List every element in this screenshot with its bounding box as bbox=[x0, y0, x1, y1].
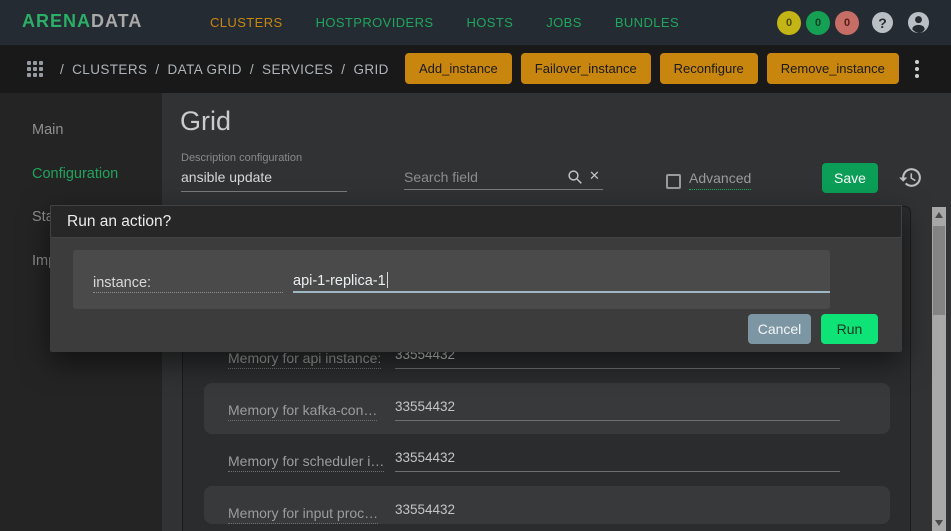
person-icon bbox=[907, 11, 930, 34]
logo-arena: ARENA bbox=[22, 11, 91, 31]
field-value-input[interactable]: 33554432 bbox=[395, 399, 840, 421]
breadcrumb: / CLUSTERS / DATA GRID / SERVICES / GRID bbox=[52, 45, 389, 93]
breadcrumb-separator: / bbox=[250, 62, 254, 77]
field-label: Memory for api instance: bbox=[228, 350, 381, 369]
breadcrumb-data-grid[interactable]: DATA GRID bbox=[168, 62, 242, 77]
search-input[interactable] bbox=[404, 166, 559, 191]
config-row-memory-input-proc: Memory for input proc… 33554432 bbox=[183, 486, 910, 524]
account-icon[interactable] bbox=[907, 11, 930, 34]
field-value-input[interactable]: 33554432 bbox=[395, 502, 840, 524]
field-value-input[interactable]: 33554432 bbox=[395, 450, 840, 472]
search-field: ✕ bbox=[404, 166, 603, 190]
search-icon[interactable] bbox=[567, 169, 583, 190]
save-button[interactable]: Save bbox=[822, 163, 878, 193]
status-badge-red[interactable]: 0 bbox=[835, 11, 859, 35]
scroll-up-arrow-icon[interactable] bbox=[935, 212, 943, 218]
field-label: Memory for input proc… bbox=[228, 505, 378, 524]
text-caret bbox=[387, 272, 389, 288]
failover-instance-button[interactable]: Failover_instance bbox=[521, 53, 651, 84]
arenadata-logo[interactable]: ARENADATA bbox=[22, 11, 142, 32]
cluster-action-buttons: Add_instance Failover_instance Reconfigu… bbox=[405, 53, 899, 84]
sidebar-item-main[interactable]: Main bbox=[0, 109, 162, 153]
sidebar-item-configuration[interactable]: Configuration bbox=[0, 153, 162, 197]
scrollbar[interactable] bbox=[932, 207, 946, 531]
description-input[interactable] bbox=[181, 166, 347, 191]
config-row-memory-scheduler: Memory for scheduler i… 33554432 bbox=[183, 434, 910, 486]
adcm-screen: ARENADATA CLUSTERS HOSTPROVIDERS HOSTS J… bbox=[0, 0, 951, 531]
config-row-memory-kafka: Memory for kafka-con… 33554432 bbox=[183, 383, 910, 434]
history-icon[interactable] bbox=[898, 165, 923, 190]
reconfigure-button[interactable]: Reconfigure bbox=[660, 53, 758, 84]
remove-instance-button[interactable]: Remove_instance bbox=[767, 53, 899, 84]
more-actions-icon[interactable] bbox=[908, 58, 926, 80]
run-action-dialog: Run an action? instance: api-1-replica-1… bbox=[50, 205, 902, 352]
breadcrumb-clusters[interactable]: CLUSTERS bbox=[72, 62, 147, 77]
apps-grid-icon[interactable] bbox=[27, 61, 43, 77]
dialog-title: Run an action? bbox=[50, 205, 902, 238]
add-instance-button[interactable]: Add_instance bbox=[405, 53, 512, 84]
top-navbar: ARENADATA CLUSTERS HOSTPROVIDERS HOSTS J… bbox=[0, 0, 951, 45]
breadcrumb-services[interactable]: SERVICES bbox=[262, 62, 333, 77]
menu-item-jobs[interactable]: JOBS bbox=[546, 15, 582, 30]
status-badge-green[interactable]: 0 bbox=[806, 11, 830, 35]
instance-input[interactable]: api-1-replica-1 bbox=[293, 272, 830, 293]
cancel-button[interactable]: Cancel bbox=[748, 314, 811, 344]
menu-item-hosts[interactable]: HOSTS bbox=[466, 15, 513, 30]
menu-item-bundles[interactable]: BUNDLES bbox=[615, 15, 679, 30]
description-configuration-label: Description configuration bbox=[181, 152, 302, 164]
breadcrumb-bar: / CLUSTERS / DATA GRID / SERVICES / GRID… bbox=[0, 45, 951, 93]
breadcrumb-grid[interactable]: GRID bbox=[353, 62, 388, 77]
scrollbar-thumb[interactable] bbox=[933, 226, 945, 315]
page-title: Grid bbox=[180, 106, 231, 137]
menu-item-clusters[interactable]: CLUSTERS bbox=[210, 15, 283, 30]
advanced-checkbox[interactable] bbox=[666, 174, 681, 189]
menu-item-hostproviders[interactable]: HOSTPROVIDERS bbox=[316, 15, 434, 30]
instance-label: instance: bbox=[93, 275, 283, 293]
status-badge-yellow[interactable]: 0 bbox=[777, 11, 801, 35]
breadcrumb-separator: / bbox=[155, 62, 159, 77]
navbar-right-group: 0 0 0 ? bbox=[772, 0, 930, 45]
run-button[interactable]: Run bbox=[821, 314, 878, 344]
help-icon[interactable]: ? bbox=[872, 12, 893, 33]
clear-search-icon[interactable]: ✕ bbox=[589, 168, 600, 184]
field-label: Memory for kafka-con… bbox=[228, 402, 377, 421]
advanced-label[interactable]: Advanced bbox=[689, 170, 751, 190]
breadcrumb-separator: / bbox=[60, 62, 64, 77]
field-label: Memory for scheduler i… bbox=[228, 453, 384, 472]
scroll-down-arrow-icon[interactable] bbox=[935, 520, 943, 526]
logo-data: DATA bbox=[91, 11, 142, 31]
description-field bbox=[181, 166, 347, 192]
instance-value: api-1-replica-1 bbox=[293, 273, 386, 289]
breadcrumb-separator: / bbox=[341, 62, 345, 77]
dialog-config-panel: instance: api-1-replica-1 bbox=[73, 250, 830, 309]
main-menu: CLUSTERS HOSTPROVIDERS HOSTS JOBS BUNDLE… bbox=[210, 0, 679, 45]
